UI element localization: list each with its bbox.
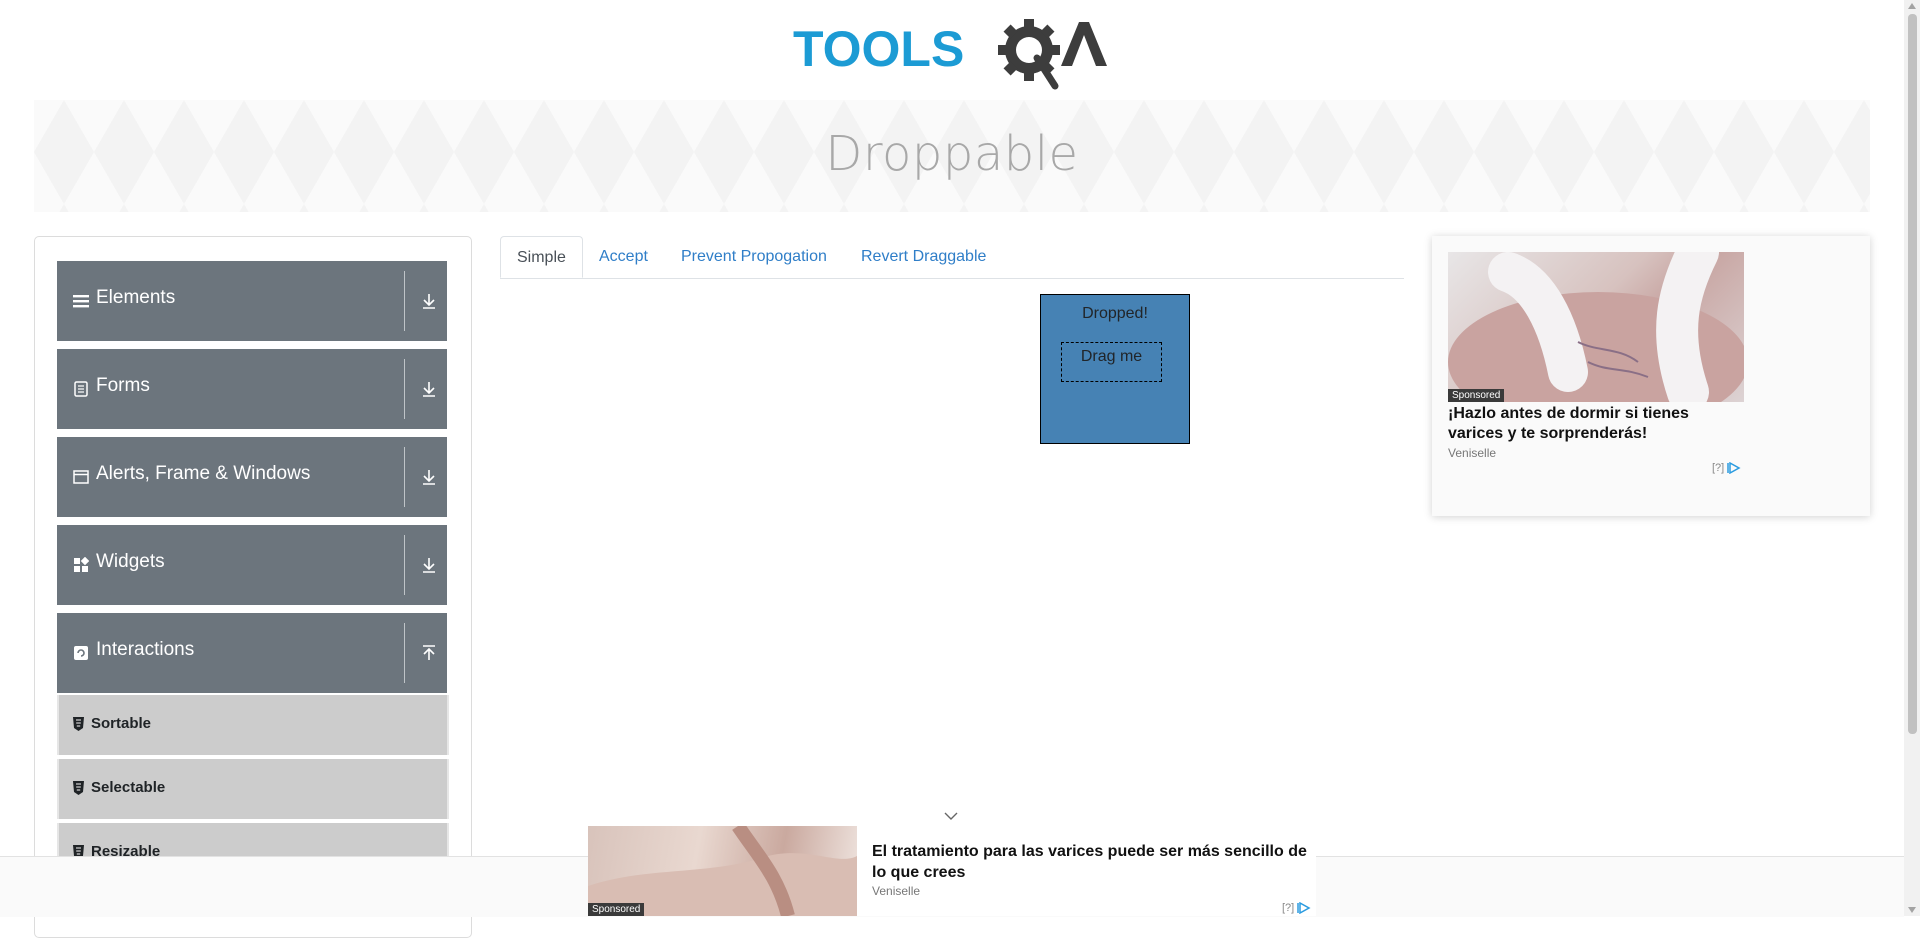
ad-photo-illustration: [1448, 252, 1744, 402]
ad-source[interactable]: Veniselle: [1448, 446, 1496, 460]
sidebar-group-forms[interactable]: Forms: [57, 349, 447, 429]
gear-icon: [998, 19, 1060, 90]
sponsored-label: Sponsored: [1448, 389, 1505, 402]
ad-headline[interactable]: ¡Hazlo antes de dormir si tienes varices…: [1448, 404, 1744, 444]
sidebar-group-label: Forms: [96, 375, 150, 396]
divider: [404, 535, 405, 595]
ad-image[interactable]: Sponsored: [1448, 252, 1744, 402]
ad-info-label: [?]: [1712, 462, 1725, 474]
download-arrow-icon[interactable]: [419, 291, 439, 311]
divider: [404, 359, 405, 419]
sidebar-group-interactions[interactable]: Interactions: [57, 613, 447, 693]
html5-icon: [73, 717, 84, 731]
chevron-down-icon[interactable]: [943, 810, 959, 822]
ad-info-link[interactable]: [?]: [1712, 461, 1741, 475]
drop-status-text: Dropped!: [1082, 305, 1148, 322]
bottom-ad[interactable]: Sponsored El tratamiento para las varice…: [588, 822, 1316, 918]
logo-letter-a: [1061, 22, 1107, 66]
adchoices-icon: [1727, 461, 1741, 475]
sidebar-item-sortable[interactable]: Sortable: [57, 695, 449, 755]
page-title: Droppable: [825, 126, 1079, 182]
sidebar-group-label: Elements: [96, 287, 176, 308]
sidebar-group-alerts[interactable]: Alerts, Frame & Windows: [57, 437, 447, 517]
download-arrow-icon[interactable]: [419, 467, 439, 487]
divider: [404, 623, 405, 683]
tab-accept[interactable]: Accept: [583, 236, 664, 278]
download-arrow-icon[interactable]: [419, 379, 439, 399]
sponsored-label: Sponsored: [588, 903, 645, 916]
bottom-ad-info-link[interactable]: [?]: [1282, 901, 1311, 915]
hamburger-icon: [73, 295, 89, 308]
grid-icon: [74, 557, 89, 572]
sidebar-item-label: Selectable: [91, 779, 166, 796]
right-ad[interactable]: Sponsored ¡Hazlo antes de dormir si tien…: [1432, 236, 1870, 516]
sidebar-group-label: Alerts, Frame & Windows: [96, 463, 311, 484]
page-banner: Droppable: [34, 100, 1870, 212]
site-header: TOOLS: [0, 0, 1904, 100]
document-icon: [74, 381, 88, 397]
upload-arrow-icon[interactable]: [419, 643, 439, 663]
bottom-ad-source[interactable]: Veniselle: [872, 884, 920, 898]
bottom-ad-headline[interactable]: El tratamiento para las varices puede se…: [872, 841, 1312, 883]
tab-simple[interactable]: Simple: [500, 236, 583, 278]
sidebar-item-label: Sortable: [91, 715, 152, 732]
sidebar-group-widgets[interactable]: Widgets: [57, 525, 447, 605]
bottom-ad-info-label: [?]: [1282, 902, 1295, 914]
window-icon: [73, 470, 89, 484]
scrollbar-thumb[interactable]: [1908, 14, 1917, 734]
refresh-icon: [74, 646, 88, 660]
tab-prevent-propogation[interactable]: Prevent Propogation: [665, 236, 843, 278]
sidebar-group-label: Widgets: [96, 551, 165, 572]
sidebar-item-selectable[interactable]: Selectable: [57, 759, 449, 819]
draggable-box[interactable]: Drag me: [1061, 342, 1162, 382]
html5-icon: [73, 781, 84, 795]
sidebar-group-elements[interactable]: Elements: [57, 261, 447, 341]
scroll-up-arrow-icon[interactable]: [1908, 3, 1916, 9]
scroll-down-arrow-icon[interactable]: [1908, 907, 1916, 913]
divider: [404, 447, 405, 507]
bottom-ad-image[interactable]: Sponsored: [588, 822, 857, 918]
toolsqa-logo[interactable]: TOOLS: [791, 14, 1115, 92]
sidebar-group-label: Interactions: [96, 639, 195, 660]
divider: [404, 271, 405, 331]
left-panel: Elements Forms Alerts, Frame & Windows W…: [34, 236, 472, 938]
download-arrow-icon[interactable]: [419, 555, 439, 575]
vertical-scrollbar[interactable]: [1904, 0, 1920, 916]
tab-bar: Simple Accept Prevent Propogation Revert…: [500, 236, 1404, 279]
adchoices-icon: [1297, 901, 1311, 915]
tab-revert-draggable[interactable]: Revert Draggable: [845, 236, 1002, 278]
logo-text-tools: TOOLS: [793, 21, 964, 77]
